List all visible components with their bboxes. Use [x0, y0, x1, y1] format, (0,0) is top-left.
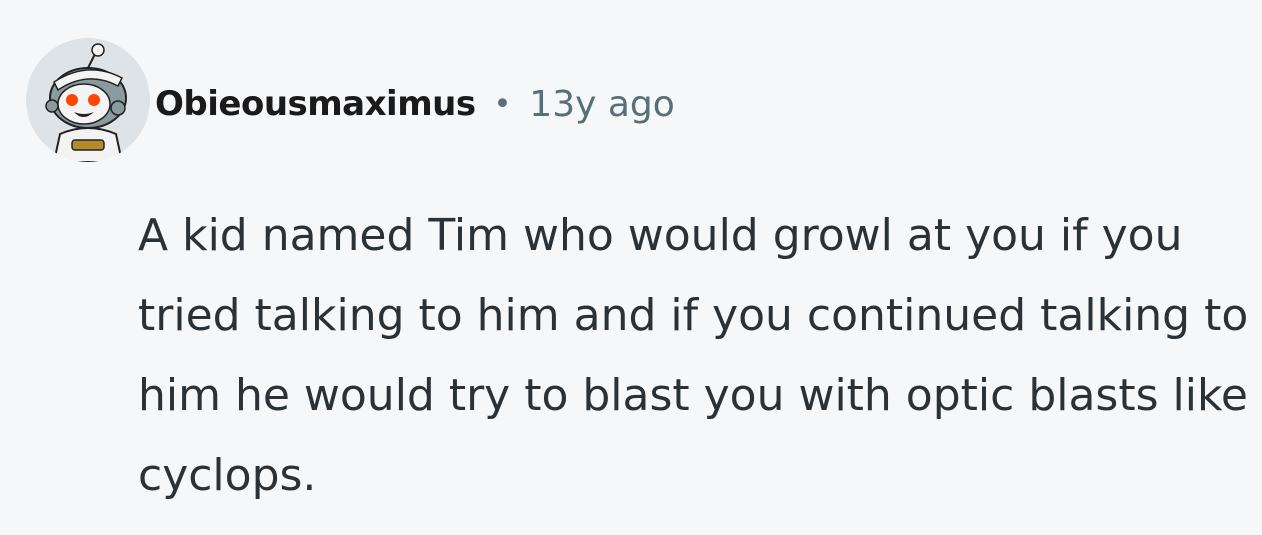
meta-separator: •: [493, 86, 512, 122]
comment-meta: Obieousmaximus • 13y ago: [155, 78, 675, 130]
comment-timestamp[interactable]: 13y ago: [529, 84, 675, 125]
author-username[interactable]: Obieousmaximus: [155, 84, 476, 124]
snoo-avatar-icon[interactable]: [26, 38, 150, 162]
comment: Obieousmaximus • 13y ago A kid named Tim…: [0, 0, 1262, 535]
comment-body: A kid named Tim who would growl at you i…: [138, 210, 1249, 501]
